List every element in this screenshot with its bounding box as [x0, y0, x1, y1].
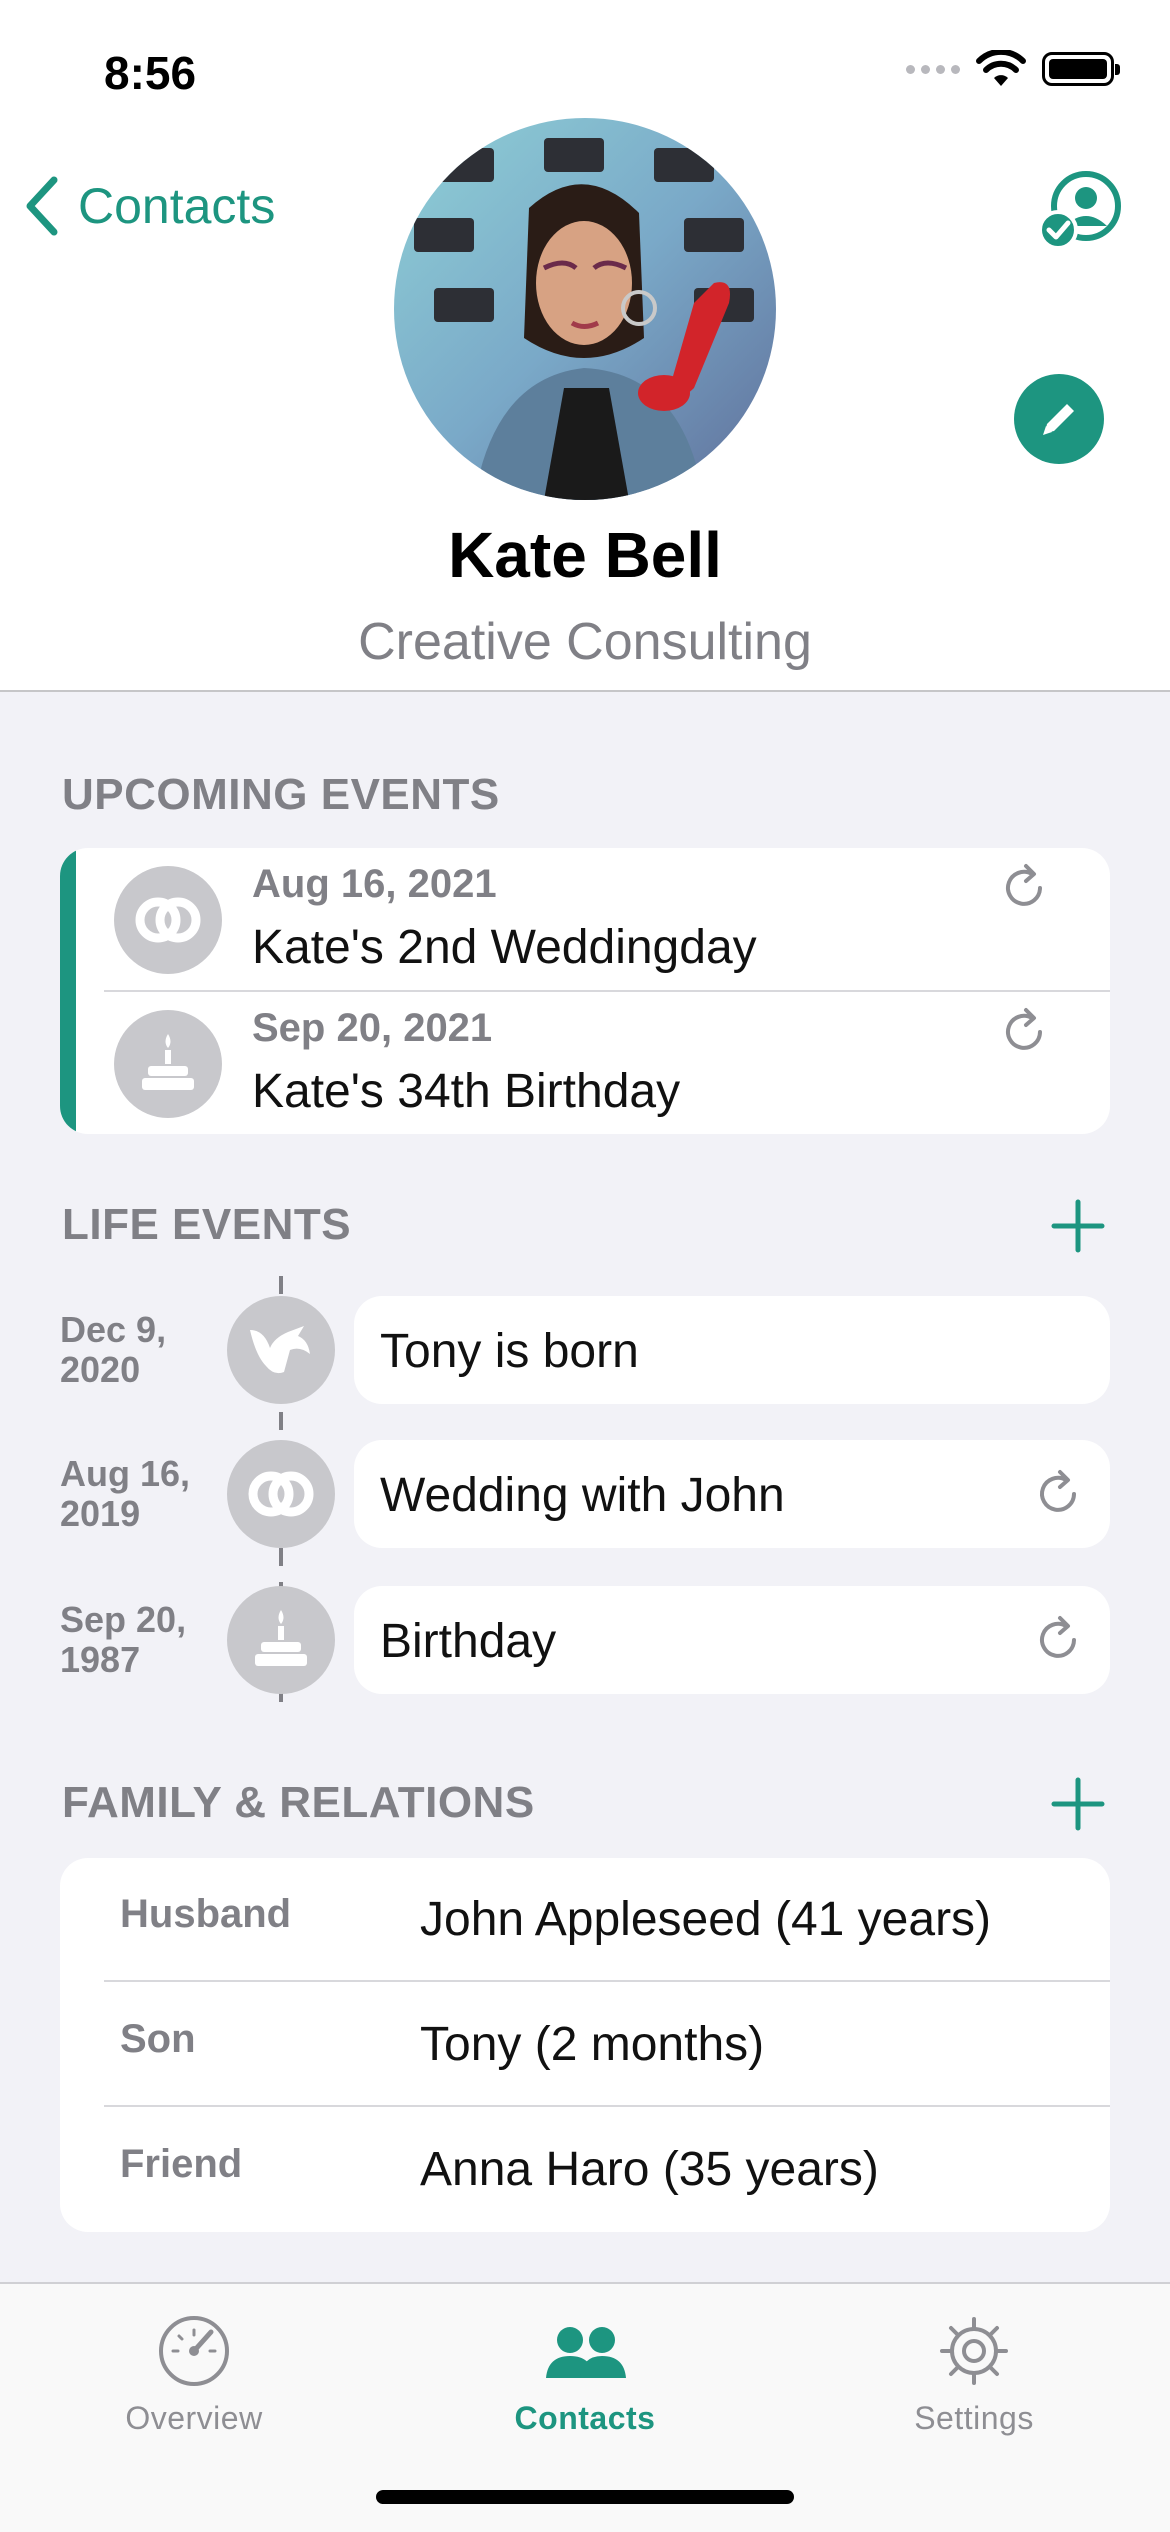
upcoming-event-date: Aug 16, 2021	[252, 862, 497, 906]
relation-name: John Appleseed (41 years)	[420, 1893, 992, 1946]
relation-type: Husband	[120, 1892, 292, 1936]
wifi-icon	[976, 50, 1026, 86]
relation-name: Tony (2 months)	[420, 2018, 765, 2071]
back-button[interactable]: Contacts	[24, 176, 275, 236]
row-divider	[104, 2105, 1110, 2107]
tab-settings[interactable]: Settings	[824, 2306, 1124, 2437]
life-event-title: Birthday	[380, 1615, 557, 1668]
rings-icon	[114, 866, 222, 974]
status-icons	[906, 50, 1120, 88]
tab-label: Settings	[914, 2400, 1034, 2436]
life-event-date: Sep 20, 1987	[60, 1599, 187, 1680]
life-event-row: Aug 16, 2019 Wedding with John	[0, 1440, 1170, 1550]
upcoming-event-row[interactable]: Sep 20, 2021 Kate's 34th Birthday	[60, 992, 1110, 1134]
row-divider	[104, 1980, 1110, 1982]
life-event-card[interactable]: Tony is born	[354, 1296, 1110, 1404]
contact-header: 8:56 Contacts Kate Bell Creative Consult…	[0, 0, 1170, 692]
tab-overview[interactable]: Overview	[44, 2306, 344, 2437]
life-event-title: Wedding with John	[380, 1469, 785, 1522]
relation-type: Son	[120, 2017, 196, 2061]
life-event-date: Dec 9, 2020	[60, 1309, 167, 1390]
relation-row[interactable]: Son Tony (2 months)	[60, 1983, 1110, 2107]
upcoming-event-row[interactable]: Aug 16, 2021 Kate's 2nd Weddingday	[60, 848, 1110, 992]
life-event-row: Dec 9, 2020 Tony is born	[0, 1296, 1170, 1406]
pencil-icon	[1043, 404, 1074, 435]
upcoming-event-title: Kate's 34th Birthday	[252, 1065, 681, 1118]
birthday-cake-icon	[114, 1010, 222, 1118]
tab-label: Contacts	[514, 2400, 656, 2436]
upcoming-event-title: Kate's 2nd Weddingday	[252, 921, 757, 974]
life-event-title: Tony is born	[380, 1325, 639, 1378]
battery-icon	[1042, 52, 1120, 86]
add-life-event-icon[interactable]	[1050, 1198, 1106, 1254]
home-indicator	[376, 2490, 794, 2504]
life-event-card[interactable]: Wedding with John	[354, 1440, 1110, 1548]
family-relations-title: FAMILY & RELATIONS	[62, 1778, 535, 1827]
repeat-icon	[1040, 1470, 1076, 1512]
stork-icon	[227, 1296, 335, 1404]
relation-row[interactable]: Husband John Appleseed (41 years)	[60, 1858, 1110, 1982]
status-time: 8:56	[104, 47, 197, 99]
relation-name: Anna Haro (35 years)	[420, 2143, 879, 2196]
repeat-icon	[1006, 1008, 1042, 1050]
relation-type: Friend	[120, 2142, 243, 2186]
contact-name: Kate Bell	[448, 519, 722, 591]
rings-icon	[227, 1440, 335, 1548]
life-event-row: Sep 20, 1987 Birthday	[0, 1586, 1170, 1696]
upcoming-events-card: Aug 16, 2021 Kate's 2nd Weddingday Sep 2…	[60, 848, 1110, 1134]
repeat-icon	[1040, 1616, 1076, 1658]
linked-contact-icon[interactable]	[1038, 168, 1122, 252]
repeat-icon	[1006, 864, 1042, 906]
contact-avatar	[394, 118, 776, 500]
gear-icon	[940, 2317, 1008, 2385]
birthday-cake-icon	[227, 1586, 335, 1694]
contact-company: Creative Consulting	[358, 613, 812, 671]
speedometer-icon	[159, 2316, 229, 2386]
life-event-date: Aug 16, 2019	[60, 1453, 191, 1534]
relation-row[interactable]: Friend Anna Haro (35 years)	[60, 2108, 1110, 2232]
tab-contacts[interactable]: Contacts	[435, 2306, 735, 2437]
life-events-title: LIFE EVENTS	[62, 1200, 352, 1249]
cellular-signal-icon	[906, 64, 960, 74]
life-event-card[interactable]: Birthday	[354, 1586, 1110, 1694]
tab-label: Overview	[125, 2400, 263, 2436]
relations-card: Husband John Appleseed (41 years) Son To…	[60, 1858, 1110, 2232]
add-relation-icon[interactable]	[1050, 1776, 1106, 1832]
people-icon	[546, 2327, 626, 2378]
upcoming-events-title: UPCOMING EVENTS	[62, 770, 500, 819]
edit-button[interactable]	[1014, 374, 1104, 464]
back-button-label: Contacts	[78, 178, 276, 234]
chevron-left-icon	[26, 176, 58, 236]
upcoming-event-date: Sep 20, 2021	[252, 1006, 493, 1050]
